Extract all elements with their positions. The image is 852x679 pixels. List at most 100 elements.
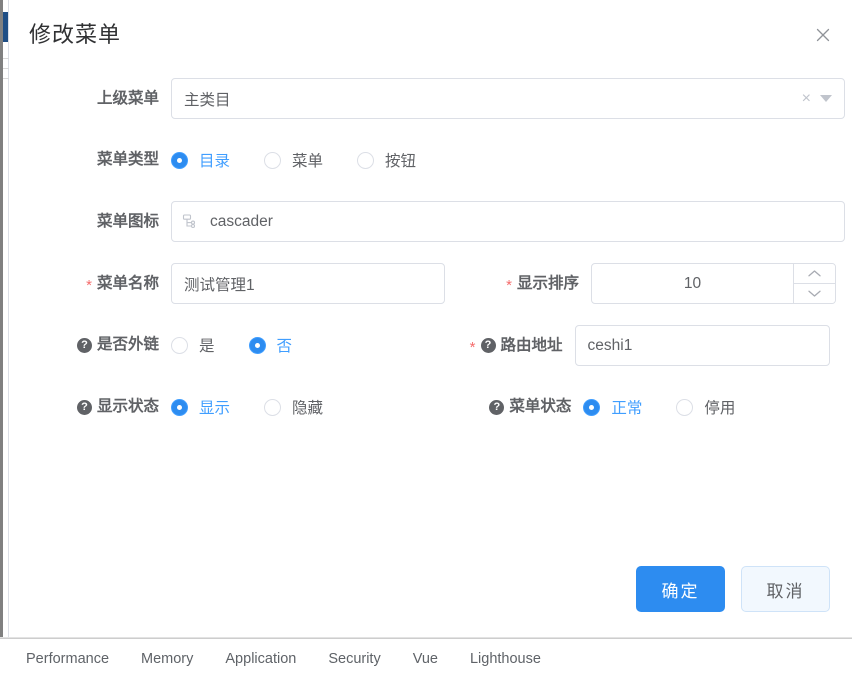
menu-status-label: ? 菜单状态 — [437, 387, 583, 427]
route-path-label: * ? 路由地址 — [430, 326, 575, 366]
form-row-menu-icon: 菜单图标 cascader — [31, 201, 845, 242]
radio-label: 菜单 — [292, 153, 324, 170]
chevron-down-icon[interactable] — [820, 95, 832, 102]
radio-label: 停用 — [704, 400, 736, 417]
display-status-label: ? 显示状态 — [31, 387, 171, 427]
required-asterisk: * — [469, 339, 476, 356]
field-menu-name: * 菜单名称 测试管理1 — [31, 263, 445, 304]
stepper-buttons — [793, 264, 835, 303]
is-external-label: ? 是否外链 — [31, 325, 171, 365]
close-icon[interactable] — [812, 24, 834, 46]
form-row-status: ? 显示状态 显示 隐藏 ? 菜单状态 正常 停用 — [31, 387, 830, 427]
menu-status-label-text: 菜单状态 — [509, 398, 572, 415]
help-icon[interactable]: ? — [76, 337, 92, 353]
radio-dot — [583, 398, 601, 416]
radio-label: 目录 — [199, 153, 231, 170]
menu-status-radio-group: 正常 停用 — [583, 396, 735, 418]
radio-display-status-show[interactable]: 显示 — [171, 396, 230, 418]
radio-menu-type-button[interactable]: 按钮 — [357, 149, 416, 171]
route-path-value: ceshi1 — [587, 336, 633, 354]
devtools-tab-memory[interactable]: Memory — [125, 639, 209, 679]
help-icon[interactable]: ? — [489, 399, 505, 415]
radio-is-external-yes[interactable]: 是 — [171, 334, 215, 356]
field-parent-menu: 上级菜单 主类目 × — [31, 78, 845, 119]
dialog-body: 上级菜单 主类目 × 菜单类型 目录 菜单 按钮 菜单图标 cascader *… — [9, 78, 852, 427]
route-path-label-text: 路由地址 — [500, 336, 563, 354]
confirm-button[interactable]: 确定 — [636, 566, 725, 612]
display-status-label-text: 显示状态 — [96, 398, 159, 415]
display-status-radio-group: 显示 隐藏 — [171, 396, 323, 418]
radio-dot — [171, 336, 188, 354]
route-path-input[interactable]: ceshi1 — [574, 325, 830, 366]
devtools-tabbar: Performance Memory Application Security … — [0, 638, 852, 679]
radio-label: 否 — [276, 338, 293, 355]
dialog-header: 修改菜单 — [9, 0, 852, 78]
devtools-tab-application[interactable]: Application — [209, 639, 312, 679]
field-is-external: ? 是否外链 是 否 — [31, 325, 430, 365]
display-order-value[interactable]: 10 — [592, 264, 793, 303]
parent-menu-label: 上级菜单 — [96, 89, 159, 107]
radio-dot — [248, 336, 266, 354]
radio-label: 隐藏 — [292, 400, 324, 417]
radio-menu-type-menu[interactable]: 菜单 — [264, 149, 323, 171]
menu-name-input[interactable]: 测试管理1 — [171, 263, 445, 304]
help-icon[interactable]: ? — [480, 338, 496, 353]
chevron-up-icon[interactable] — [794, 264, 835, 284]
parent-menu-select-icons: × — [802, 90, 838, 107]
devtools-tab-security[interactable]: Security — [312, 639, 396, 679]
radio-dot — [264, 151, 282, 169]
menu-type-label: 菜单类型 — [96, 151, 159, 168]
chevron-down-icon[interactable] — [794, 284, 835, 303]
field-menu-type: 菜单类型 目录 菜单 按钮 — [31, 140, 830, 180]
menu-type-radio-group: 目录 菜单 按钮 — [171, 149, 416, 171]
radio-menu-type-directory[interactable]: 目录 — [171, 149, 230, 171]
field-route-path: * ? 路由地址 ceshi1 — [430, 325, 830, 366]
radio-dot — [171, 398, 188, 416]
clear-icon[interactable]: × — [802, 90, 811, 107]
form-row-external-route: ? 是否外链 是 否 * ? 路由地址 ceshi1 — [31, 325, 830, 366]
is-external-radio-group: 是 否 — [171, 334, 292, 356]
radio-is-external-no[interactable]: 否 — [248, 334, 293, 356]
dialog-title: 修改菜单 — [29, 22, 122, 47]
cascader-icon — [180, 211, 202, 233]
radio-menu-status-normal[interactable]: 正常 — [583, 396, 642, 418]
radio-dot — [171, 151, 188, 169]
field-display-order: * 显示排序 10 — [445, 263, 836, 304]
radio-label: 是 — [199, 338, 215, 355]
parent-menu-value: 主类目 — [184, 91, 231, 109]
menu-icon-label: 菜单图标 — [96, 212, 159, 230]
display-order-stepper[interactable]: 10 — [591, 263, 836, 304]
parent-menu-select[interactable]: 主类目 × — [171, 78, 845, 119]
devtools-tab-vue[interactable]: Vue — [397, 639, 454, 679]
required-asterisk: * — [506, 277, 512, 294]
field-menu-status: ? 菜单状态 正常 停用 — [437, 387, 830, 427]
radio-dot — [357, 151, 375, 169]
menu-name-label-text: 菜单名称 — [96, 274, 159, 292]
display-order-label: * 显示排序 — [445, 264, 591, 304]
devtools-tab-performance[interactable]: Performance — [10, 639, 125, 679]
menu-name-label: * 菜单名称 — [31, 264, 171, 304]
screen: 修改菜单 上级菜单 主类目 × 菜单类型 目录 菜单 按钮 菜单图标 casca… — [0, 0, 852, 679]
radio-dot — [264, 398, 282, 416]
radio-dot — [676, 398, 694, 416]
form-row-name-order: * 菜单名称 测试管理1 * 显示排序 10 — [31, 263, 836, 304]
cancel-button[interactable]: 取消 — [741, 566, 830, 612]
display-order-label-text: 显示排序 — [516, 274, 579, 292]
field-display-status: ? 显示状态 显示 隐藏 — [31, 387, 437, 427]
edit-menu-dialog: 修改菜单 上级菜单 主类目 × 菜单类型 目录 菜单 按钮 菜单图标 casca… — [9, 0, 852, 638]
form-row-parent-menu: 上级菜单 主类目 × — [31, 78, 845, 119]
radio-label: 按钮 — [385, 153, 417, 170]
background-page-edge — [0, 0, 9, 638]
is-external-label-text: 是否外链 — [96, 336, 159, 353]
radio-label: 正常 — [611, 400, 643, 417]
menu-icon-value: cascader — [210, 212, 273, 230]
radio-display-status-hide[interactable]: 隐藏 — [264, 396, 323, 418]
sidebar-accent-strip — [3, 12, 8, 42]
radio-menu-status-disabled[interactable]: 停用 — [676, 396, 735, 418]
menu-icon-input[interactable]: cascader — [171, 201, 845, 242]
form-row-menu-type: 菜单类型 目录 菜单 按钮 — [31, 140, 830, 180]
help-icon[interactable]: ? — [76, 399, 92, 415]
radio-label: 显示 — [199, 400, 231, 417]
devtools-tab-lighthouse[interactable]: Lighthouse — [454, 639, 557, 679]
menu-name-value: 测试管理1 — [184, 276, 255, 294]
